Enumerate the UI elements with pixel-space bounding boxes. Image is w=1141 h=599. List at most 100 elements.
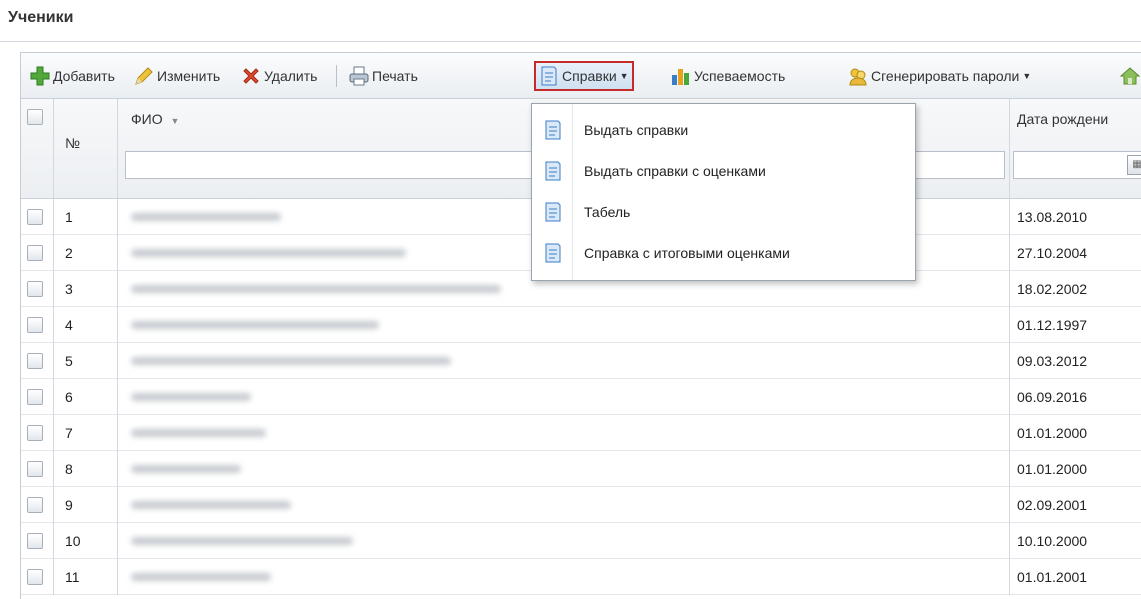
table-row[interactable]: 10 10.10.2000 bbox=[21, 523, 1141, 559]
dropdown-item-label: Выдать справки с оценками bbox=[584, 163, 766, 179]
row-checkbox[interactable] bbox=[27, 533, 43, 549]
toolbar: Добавить Изменить Удалить Печать Справки… bbox=[21, 53, 1141, 99]
print-button[interactable]: Печать bbox=[348, 63, 418, 89]
toolbar-separator bbox=[336, 65, 337, 87]
column-divider bbox=[117, 487, 118, 523]
table-row[interactable]: 6 06.09.2016 bbox=[21, 379, 1141, 415]
key-people-icon bbox=[847, 65, 869, 87]
row-checkbox[interactable] bbox=[27, 461, 43, 477]
row-checkbox[interactable] bbox=[27, 353, 43, 369]
column-divider bbox=[53, 451, 54, 487]
row-checkbox[interactable] bbox=[27, 425, 43, 441]
birth-date: 13.08.2010 bbox=[1017, 209, 1088, 225]
column-header-name[interactable]: ФИО ▼ bbox=[131, 111, 179, 127]
printer-icon bbox=[348, 65, 370, 87]
plus-icon bbox=[29, 65, 51, 87]
table-row[interactable]: 8 01.01.2000 bbox=[21, 451, 1141, 487]
column-divider bbox=[117, 307, 118, 343]
bar-chart-icon bbox=[670, 65, 692, 87]
row-checkbox[interactable] bbox=[27, 245, 43, 261]
birth-date: 18.02.2002 bbox=[1017, 281, 1088, 297]
select-all-checkbox[interactable] bbox=[27, 109, 43, 125]
birth-date: 01.12.1997 bbox=[1017, 317, 1088, 333]
birth-date: 01.01.2000 bbox=[1017, 461, 1088, 477]
delete-button[interactable]: Удалить bbox=[240, 63, 317, 89]
students-panel: Добавить Изменить Удалить Печать Справки… bbox=[20, 52, 1141, 599]
column-divider bbox=[1009, 487, 1010, 523]
birth-date: 06.09.2016 bbox=[1017, 389, 1088, 405]
row-number: 6 bbox=[65, 389, 73, 405]
student-name-blurred bbox=[131, 285, 501, 293]
calendar-icon[interactable]: ▦ bbox=[1127, 155, 1141, 175]
column-divider bbox=[53, 343, 54, 379]
row-number: 9 bbox=[65, 497, 73, 513]
document-icon bbox=[542, 160, 564, 182]
performance-button[interactable]: Успеваемость bbox=[670, 63, 785, 89]
row-number: 2 bbox=[65, 245, 73, 261]
dropdown-item-label: Табель bbox=[584, 204, 631, 220]
row-checkbox[interactable] bbox=[27, 281, 43, 297]
table-row[interactable]: 4 01.12.1997 bbox=[21, 307, 1141, 343]
column-divider bbox=[1009, 415, 1010, 451]
home-button[interactable] bbox=[1119, 63, 1141, 89]
column-divider bbox=[53, 379, 54, 415]
student-name-blurred bbox=[131, 249, 406, 257]
add-button[interactable]: Добавить bbox=[29, 63, 115, 89]
row-checkbox[interactable] bbox=[27, 317, 43, 333]
birth-date: 10.10.2000 bbox=[1017, 533, 1088, 549]
table-row[interactable]: 9 02.09.2001 bbox=[21, 487, 1141, 523]
edit-label: Изменить bbox=[157, 68, 221, 84]
column-divider bbox=[117, 99, 118, 199]
student-name-blurred bbox=[131, 357, 451, 365]
table-row[interactable]: 7 01.01.2000 bbox=[21, 415, 1141, 451]
student-name-blurred bbox=[131, 537, 353, 545]
birth-date: 27.10.2004 bbox=[1017, 245, 1088, 261]
student-name-blurred bbox=[131, 321, 379, 329]
column-divider bbox=[1009, 523, 1010, 559]
row-checkbox[interactable] bbox=[27, 389, 43, 405]
birth-date: 01.01.2000 bbox=[1017, 425, 1088, 441]
generate-passwords-button[interactable]: Сгенерировать пароли ▼ bbox=[847, 63, 1031, 89]
performance-label: Успеваемость bbox=[694, 68, 786, 84]
column-divider bbox=[1009, 343, 1010, 379]
table-row[interactable]: 5 09.03.2012 bbox=[21, 343, 1141, 379]
home-icon bbox=[1119, 65, 1141, 87]
certificates-button[interactable]: Справки ▼ bbox=[534, 61, 634, 91]
column-divider bbox=[117, 415, 118, 451]
column-divider bbox=[53, 487, 54, 523]
row-number: 10 bbox=[65, 533, 81, 549]
student-name-blurred bbox=[131, 213, 281, 221]
column-divider bbox=[1009, 99, 1010, 199]
dropdown-item[interactable]: Выдать справки с оценками bbox=[532, 151, 915, 191]
table-row[interactable]: 11 01.01.2001 bbox=[21, 559, 1141, 595]
chevron-down-icon: ▼ bbox=[1022, 71, 1032, 81]
student-name-blurred bbox=[131, 501, 291, 509]
column-divider bbox=[117, 271, 118, 307]
header-divider bbox=[0, 41, 1141, 42]
row-checkbox[interactable] bbox=[27, 497, 43, 513]
dropdown-item[interactable]: Справка с итоговыми оценками bbox=[532, 233, 915, 273]
column-divider bbox=[1009, 379, 1010, 415]
column-divider bbox=[117, 379, 118, 415]
edit-button[interactable]: Изменить bbox=[133, 63, 220, 89]
column-divider bbox=[117, 343, 118, 379]
column-divider bbox=[117, 199, 118, 235]
birth-date: 01.01.2001 bbox=[1017, 569, 1088, 585]
row-checkbox[interactable] bbox=[27, 209, 43, 225]
row-checkbox[interactable] bbox=[27, 569, 43, 585]
column-divider bbox=[117, 451, 118, 487]
dropdown-item[interactable]: Табель bbox=[532, 192, 915, 232]
document-icon bbox=[542, 242, 564, 264]
document-icon bbox=[542, 201, 564, 223]
dropdown-item[interactable]: Выдать справки bbox=[532, 110, 915, 150]
row-number: 4 bbox=[65, 317, 73, 333]
birth-filter-input[interactable] bbox=[1013, 151, 1141, 179]
print-label: Печать bbox=[372, 68, 418, 84]
document-icon bbox=[542, 119, 564, 141]
dropdown-item-label: Справка с итоговыми оценками bbox=[584, 245, 790, 261]
student-name-blurred bbox=[131, 393, 251, 401]
column-divider bbox=[117, 523, 118, 559]
column-divider bbox=[53, 99, 54, 199]
column-divider bbox=[53, 523, 54, 559]
column-divider bbox=[117, 235, 118, 271]
